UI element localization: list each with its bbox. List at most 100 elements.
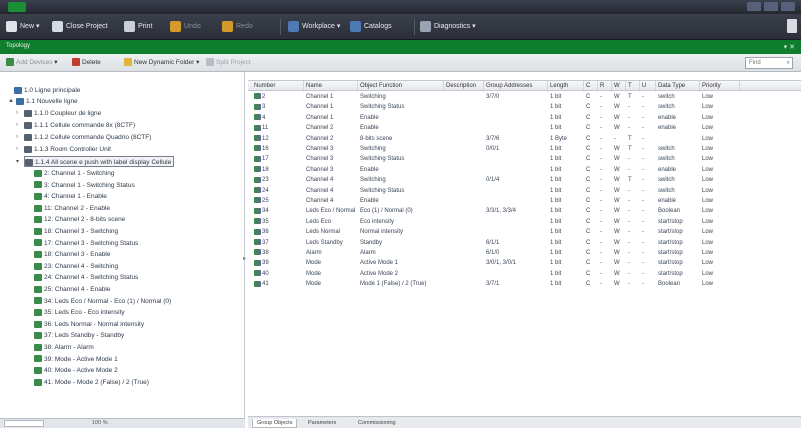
tab-group-objects[interactable]: Group Objects: [252, 419, 298, 428]
tree-item[interactable]: 11: Channel 2 - Enable: [34, 203, 110, 214]
table-row[interactable]: 18 Channel 3 Enable 1 bit C - W - - enable Low: [248, 165, 801, 175]
tree-expand-toggle[interactable]: ▾: [16, 158, 19, 165]
table-cell: -: [642, 187, 644, 194]
table-row[interactable]: 36 Leds Normal Normal intensity 1 bit C - W - - s…: [248, 227, 801, 237]
tree-item[interactable]: 37: Leds Standby - Standby: [34, 330, 124, 341]
table-cell: Alarm: [306, 250, 322, 256]
table-row[interactable]: 40 Mode Active Mode 2 1 bit C - W - - start/stop L…: [248, 269, 801, 279]
tree-item[interactable]: 1.1.2 Cellule commande Quadrio (8CTF): [24, 132, 151, 143]
tree-item[interactable]: 25: Channel 4 - Enable: [34, 284, 111, 295]
tab-parameters[interactable]: Parameters: [304, 419, 340, 428]
tree-item[interactable]: 1.1.0 Coupleur de ligne: [24, 108, 101, 119]
tree-item[interactable]: 2: Channel 1 - Switching: [34, 168, 114, 179]
undo-button[interactable]: Undo: [170, 20, 201, 34]
tree-expand-toggle[interactable]: ›: [16, 110, 18, 116]
print-button[interactable]: Print: [124, 20, 152, 34]
undo-label: Undo: [184, 23, 201, 30]
column-header[interactable]: Number: [252, 81, 304, 92]
tree-item[interactable]: 17: Channel 3 - Switching Status: [34, 238, 138, 249]
diagnostics-button[interactable]: Diagnostics ▾: [420, 20, 476, 34]
table-row[interactable]: 12 Channel 2 8-bits scene 3/7/6 1 Byte C - - T - L…: [248, 134, 801, 144]
group-object-icon: [254, 197, 261, 204]
tree-expand-toggle[interactable]: ›: [16, 146, 18, 152]
table-cell: -: [628, 218, 630, 225]
table-row[interactable]: 11 Channel 2 Enable 1 bit C - W - - enable Low: [248, 123, 801, 133]
column-header[interactable]: Group Addresses: [484, 81, 548, 92]
group-object-icon: [254, 270, 261, 277]
tree-item[interactable]: 1.1.3 Room Controller Unit: [24, 144, 111, 155]
column-header[interactable]: R: [598, 81, 612, 92]
tree-expand-toggle[interactable]: ›: [16, 134, 18, 140]
new-dynamic-folder-button[interactable]: New Dynamic Folder ▾: [124, 58, 199, 68]
table-row[interactable]: 17 Channel 3 Switching Status 1 bit C - W - - swi…: [248, 154, 801, 164]
workplace-button[interactable]: Workplace ▾: [288, 20, 340, 34]
catalogs-button[interactable]: Catalogs: [350, 20, 392, 34]
tree-item[interactable]: 35: Leds Eco - Eco intensity: [34, 307, 125, 318]
tree-item[interactable]: 41: Mode - Mode 2 (False) / 2 (True): [34, 377, 149, 388]
tree-item[interactable]: 39: Mode - Active Mode 1: [34, 354, 118, 365]
close-project-button[interactable]: Close Project: [52, 20, 108, 34]
table-row[interactable]: 25 Channel 4 Enable 1 bit C - W - - enable Low: [248, 196, 801, 206]
tree-item[interactable]: 1.0 Ligne principale: [14, 85, 80, 96]
table-cell: Leds Standby: [306, 239, 343, 246]
table-row[interactable]: 2 Channel 1 Switching 3/7/0 1 bit C - W T - switch…: [248, 92, 801, 102]
tree-item[interactable]: 24: Channel 4 - Switching Status: [34, 272, 138, 283]
table-row[interactable]: 38 Alarm Alarm 6/1/0 1 bit C - W - - start/stop Low: [248, 248, 801, 258]
column-header[interactable]: Length: [548, 81, 584, 92]
close-icon[interactable]: [781, 2, 795, 11]
column-header[interactable]: C: [584, 81, 598, 92]
column-header[interactable]: W: [612, 81, 626, 92]
table-cell: [444, 113, 484, 123]
table-cell: 1 bit: [550, 156, 562, 163]
table-row[interactable]: 34 Leds Eco / Normal Eco (1) / Normal (0) 3…: [248, 206, 801, 216]
tree-expand-toggle[interactable]: ›: [16, 122, 18, 128]
tree-item[interactable]: 23: Channel 4 - Switching: [34, 261, 118, 272]
panel-controls[interactable]: ▾ ✕: [784, 43, 795, 51]
tree-item[interactable]: 12: Channel 2 - 8-bits scene: [34, 214, 125, 225]
column-header[interactable]: Name: [304, 81, 358, 92]
delete-button[interactable]: Delete: [72, 58, 101, 68]
search-icon[interactable]: ⌕: [787, 58, 790, 68]
table-row[interactable]: 4 Channel 1 Enable 1 bit C - W - - enable Low: [248, 113, 801, 123]
status-field[interactable]: [4, 420, 44, 427]
table-row[interactable]: 23 Channel 4 Switching 0/1/4 1 bit C - W T - switc…: [248, 175, 801, 185]
table-cell: Low: [702, 135, 714, 142]
tree-item[interactable]: 4: Channel 1 - Enable: [34, 191, 107, 202]
tree-item[interactable]: 18: Channel 3 - Switching: [34, 226, 118, 237]
tree-item[interactable]: 1.1.1 Cellule commande 8x (8CTF): [24, 120, 135, 131]
column-header[interactable]: Description: [444, 81, 484, 92]
tab-commissioning[interactable]: Commissioning: [354, 419, 400, 428]
table-cell: enable: [658, 198, 677, 204]
tree-item[interactable]: 36: Leds Normal - Normal intensity: [34, 319, 144, 330]
table-header: Number Name Object Function Description Grou…: [248, 80, 801, 92]
add-devices-button[interactable]: Add Devices ▾: [6, 58, 58, 68]
column-header[interactable]: Priority: [700, 81, 740, 92]
column-header[interactable]: T: [626, 81, 640, 92]
table-row[interactable]: 16 Channel 3 Switching 0/0/1 1 bit C - W T - switc…: [248, 144, 801, 154]
table-row[interactable]: 37 Leds Standby Standby 6/1/1 1 bit C - W - - star…: [248, 238, 801, 248]
tree-expand-toggle[interactable]: ▲: [8, 98, 14, 104]
table-cell: W: [614, 208, 620, 215]
tree-item[interactable]: 1.1.4 All scene e push with label displa…: [24, 156, 175, 167]
tree-item[interactable]: 40: Mode - Active Mode 2: [34, 365, 118, 376]
maximize-icon[interactable]: [764, 2, 778, 11]
table-cell: [444, 279, 484, 289]
tree-item[interactable]: 38: Alarm - Alarm: [34, 342, 94, 353]
new-button[interactable]: New ▾: [6, 20, 39, 34]
table-row[interactable]: 3 Channel 1 Switching Status 1 bit C - W - - swit…: [248, 102, 801, 112]
table-row[interactable]: 41 Mode Mode 1 (False) / 2 (True) 3/7/1 1 bi…: [248, 279, 801, 289]
tree-item[interactable]: 18: Channel 3 - Enable: [34, 249, 111, 260]
tree-item[interactable]: 3: Channel 1 - Switching Status: [34, 180, 135, 191]
minimize-icon[interactable]: [747, 2, 761, 11]
tree-item[interactable]: 34: Leds Eco / Normal - Eco (1) / Normal…: [34, 296, 171, 307]
table-row[interactable]: 35 Leds Eco Eco intensity 1 bit C - W - - start/s…: [248, 217, 801, 227]
column-header[interactable]: Object Function: [358, 81, 444, 92]
tree-item[interactable]: 1.1 Nouvelle ligne: [16, 96, 78, 107]
column-header[interactable]: U: [640, 81, 656, 92]
column-header[interactable]: Data Type: [656, 81, 700, 92]
table-row[interactable]: 24 Channel 4 Switching Status 1 bit C - W - - swi…: [248, 186, 801, 196]
search-input[interactable]: Find ⌕: [745, 57, 793, 69]
table-row[interactable]: 39 Mode Active Mode 1 3/0/1, 3/0/1 1 bit C - W -…: [248, 258, 801, 268]
split-project-button[interactable]: Split Project: [206, 58, 251, 68]
redo-button[interactable]: Redo: [222, 20, 253, 34]
